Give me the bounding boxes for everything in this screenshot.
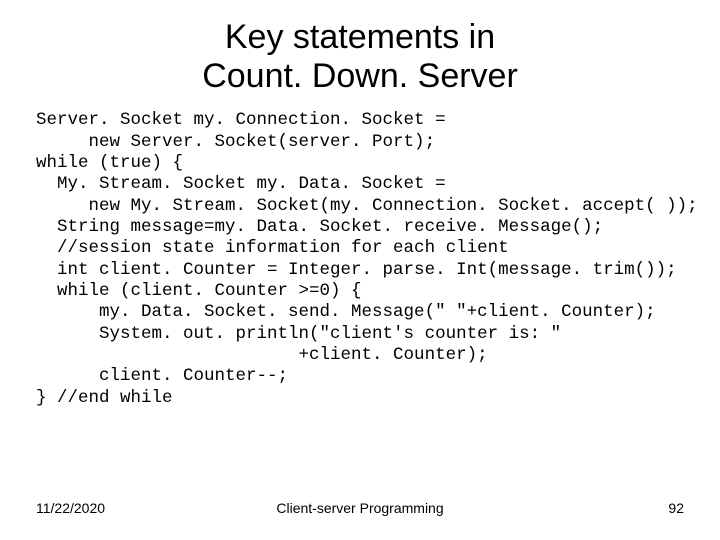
- footer: 11/22/2020 Client-server Programming 92: [36, 500, 684, 516]
- slide: Key statements in Count. Down. Server Se…: [0, 0, 720, 540]
- footer-date: 11/22/2020: [36, 500, 105, 516]
- title-line-2: Count. Down. Server: [202, 57, 518, 95]
- title-line-1: Key statements in: [225, 18, 495, 56]
- footer-center: Client-server Programming: [36, 500, 684, 516]
- footer-page: 92: [668, 500, 684, 516]
- code-block: Server. Socket my. Connection. Socket = …: [36, 110, 684, 409]
- slide-title: Key statements in Count. Down. Server: [36, 18, 684, 96]
